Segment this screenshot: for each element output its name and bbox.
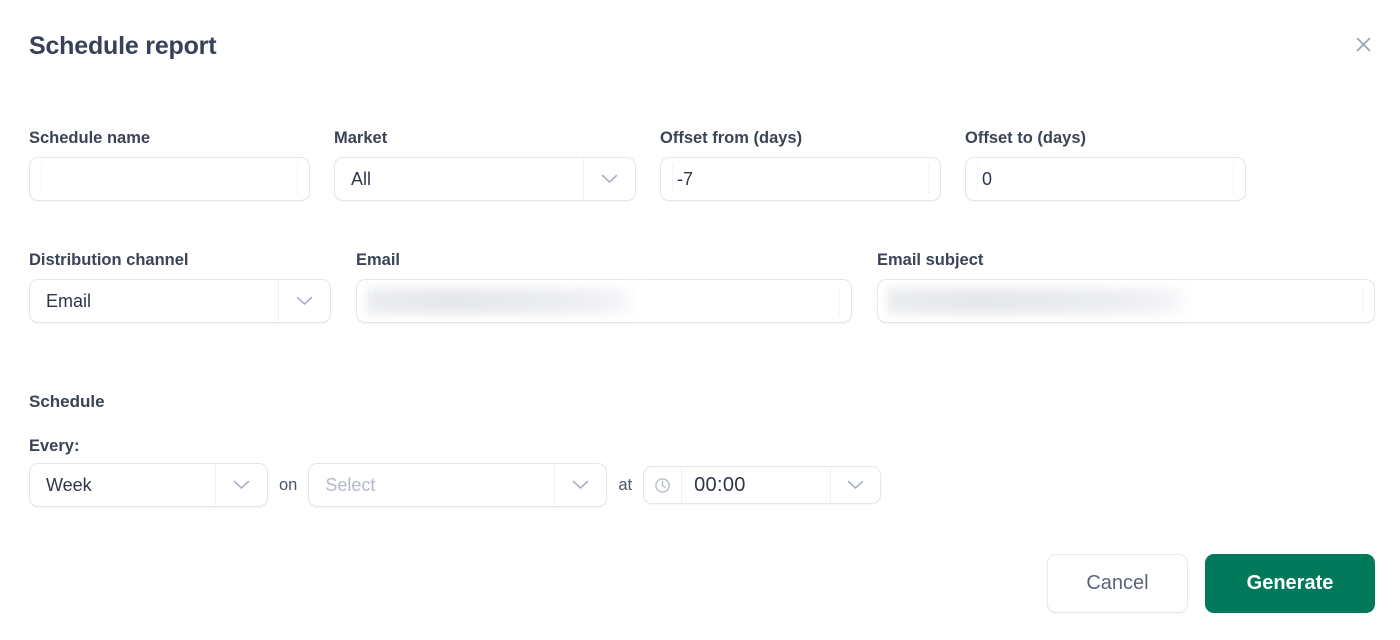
chevron-down-icon[interactable] xyxy=(215,464,267,506)
time-picker[interactable]: 00:00 xyxy=(643,466,882,504)
offset-to-label: Offset to (days) xyxy=(965,129,1087,147)
day-placeholder: Select xyxy=(325,475,376,495)
frequency-select[interactable]: Week xyxy=(29,463,268,507)
schedule-name-input[interactable] xyxy=(29,157,310,201)
close-button[interactable] xyxy=(1350,31,1376,57)
offset-from-input[interactable]: -7 xyxy=(660,157,941,201)
day-select[interactable]: Select xyxy=(308,463,608,507)
cancel-button[interactable]: Cancel xyxy=(1047,554,1188,613)
dialog-header: Schedule report xyxy=(0,0,1400,90)
offset-from-label: Offset from (days) xyxy=(660,129,803,147)
schedule-report-dialog: Schedule report Schedule name Market All xyxy=(0,0,1400,640)
distribution-channel-value: Email xyxy=(46,291,92,311)
field-email: Email xyxy=(356,250,852,323)
distribution-channel-label: Distribution channel xyxy=(29,251,189,269)
frequency-value: Week xyxy=(46,475,92,495)
schedule-section-heading: Schedule xyxy=(29,392,105,411)
email-subject-label: Email subject xyxy=(877,251,984,269)
page-title: Schedule report xyxy=(29,32,217,60)
offset-to-value: 0 xyxy=(982,169,993,189)
field-offset-to: Offset to (days) 0 xyxy=(965,128,1246,201)
chevron-down-icon[interactable] xyxy=(830,467,880,503)
form-row-1: Schedule name Market All Offset from (da… xyxy=(0,128,1400,208)
market-select[interactable]: All xyxy=(334,157,636,201)
chevron-down-icon[interactable] xyxy=(583,158,635,200)
on-label: on xyxy=(279,476,298,494)
field-market: Market All xyxy=(334,128,636,201)
close-icon xyxy=(1355,36,1372,53)
field-distribution-channel: Distribution channel Email xyxy=(29,250,331,323)
email-subject-redacted-value xyxy=(888,288,1193,314)
email-redacted-value xyxy=(367,288,639,314)
market-label: Market xyxy=(334,129,388,147)
at-label: at xyxy=(618,476,633,494)
chevron-down-icon[interactable] xyxy=(554,464,606,506)
email-input[interactable] xyxy=(356,279,852,323)
schedule-name-label: Schedule name xyxy=(29,129,151,147)
distribution-channel-select[interactable]: Email xyxy=(29,279,331,323)
email-label: Email xyxy=(356,251,401,269)
offset-to-input[interactable]: 0 xyxy=(965,157,1246,201)
email-subject-input[interactable] xyxy=(877,279,1375,323)
clock-icon xyxy=(644,467,683,503)
form-row-2: Distribution channel Email Email Email s… xyxy=(0,250,1400,330)
field-schedule-name: Schedule name xyxy=(29,128,310,201)
offset-from-value: -7 xyxy=(677,169,694,189)
generate-button[interactable]: Generate xyxy=(1205,554,1375,613)
field-offset-from: Offset from (days) -7 xyxy=(660,128,941,201)
every-label: Every: xyxy=(29,437,80,455)
market-value: All xyxy=(351,169,372,189)
field-email-subject: Email subject xyxy=(877,250,1375,323)
schedule-controls-row: Week on Select at 00:00 xyxy=(29,463,882,507)
dialog-footer: Cancel Generate xyxy=(1047,554,1375,613)
time-value: 00:00 xyxy=(694,474,746,496)
chevron-down-icon[interactable] xyxy=(278,280,330,322)
